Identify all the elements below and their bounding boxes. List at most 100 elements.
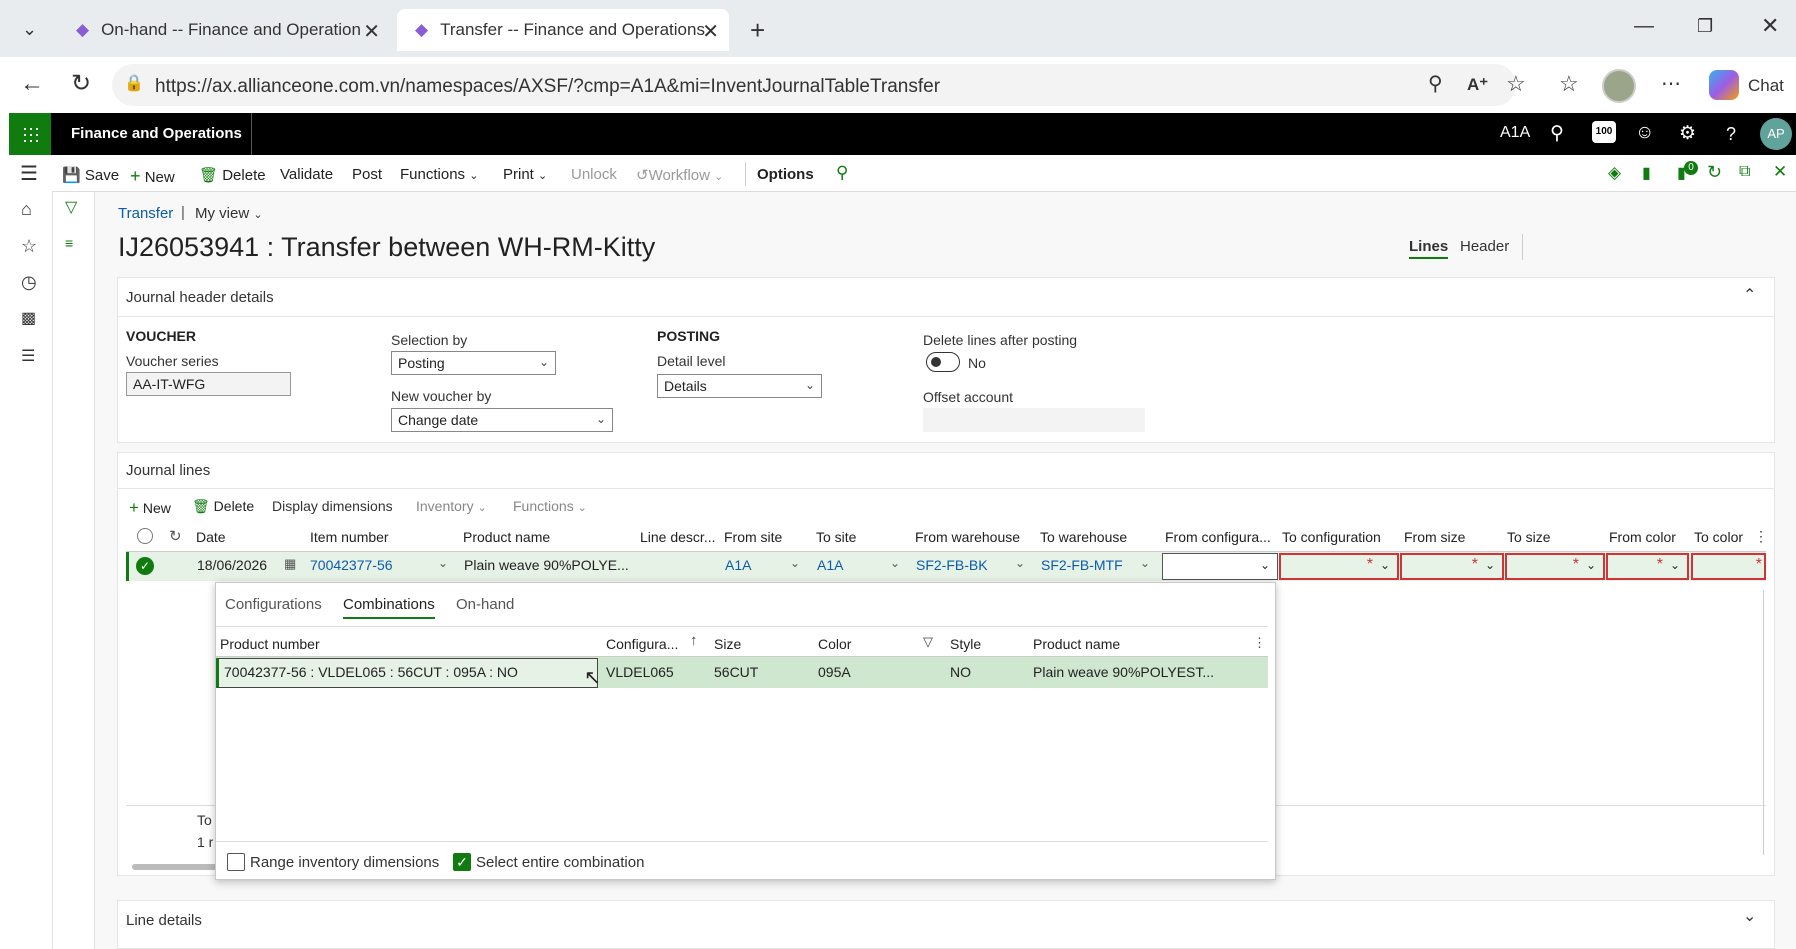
- url-text[interactable]: https://ax.allianceone.com.vn/namespaces…: [155, 76, 940, 98]
- select-entire-combination-checkbox[interactable]: ✓: [453, 853, 471, 871]
- new-voucher-by-select[interactable]: Change date ⌄: [391, 408, 613, 432]
- functions-menu[interactable]: Functions ⌄: [400, 166, 478, 183]
- col-from-size[interactable]: From size: [1404, 529, 1465, 545]
- favorites-star-icon[interactable]: ☆: [21, 237, 37, 255]
- col-product-name[interactable]: Product name: [463, 529, 550, 545]
- feedback-smiley-icon[interactable]: ☺: [1635, 122, 1654, 144]
- chevron-down-icon[interactable]: ⌄: [890, 557, 900, 569]
- col-to-configuration[interactable]: To configuration: [1282, 529, 1381, 545]
- new-tab-icon[interactable]: +: [750, 17, 765, 43]
- save-button[interactable]: 💾 Save: [62, 166, 119, 184]
- chat-label[interactable]: Chat: [1748, 76, 1784, 96]
- sort-ascending-icon[interactable]: ↑: [690, 633, 698, 648]
- from-color-required-cell[interactable]: * ⌄: [1606, 553, 1689, 580]
- validate-button[interactable]: Validate: [280, 166, 333, 183]
- detail-level-select[interactable]: Details ⌄: [657, 374, 822, 398]
- back-icon[interactable]: ←: [20, 72, 44, 96]
- to-size-required-cell[interactable]: * ⌄: [1505, 553, 1605, 580]
- read-aloud-icon[interactable]: A⁺: [1467, 76, 1488, 93]
- chevron-down-icon[interactable]: ⌄: [1140, 557, 1150, 569]
- display-dimensions-button[interactable]: Display dimensions: [272, 498, 393, 514]
- from-size-required-cell[interactable]: * ⌄: [1400, 553, 1504, 580]
- inventory-menu[interactable]: Inventory ⌄: [416, 498, 487, 514]
- col-to-size[interactable]: To size: [1507, 529, 1551, 545]
- close-page-icon[interactable]: ✕: [1773, 162, 1787, 182]
- column-options-icon[interactable]: ⋮: [1754, 529, 1768, 543]
- company-picker[interactable]: A1A: [1500, 124, 1530, 142]
- recent-clock-icon[interactable]: ◷: [21, 273, 37, 291]
- lookup-col-size[interactable]: Size: [714, 636, 741, 652]
- refresh-icon[interactable]: ↻: [1707, 162, 1722, 183]
- lookup-cell-color[interactable]: 095A: [818, 664, 851, 680]
- section-title[interactable]: Journal lines: [126, 462, 210, 479]
- chevron-down-icon[interactable]: ⌄: [790, 557, 800, 569]
- lookup-col-configuration[interactable]: Configura...: [606, 636, 678, 652]
- related-info-icon[interactable]: ≡: [65, 236, 73, 250]
- delete-button[interactable]: 🗑 Delete: [199, 166, 266, 184]
- range-inventory-dimensions-checkbox[interactable]: [227, 853, 245, 871]
- close-icon[interactable]: ✕: [702, 19, 719, 44]
- col-to-warehouse[interactable]: To warehouse: [1040, 529, 1127, 545]
- view-selector[interactable]: My view ⌄: [195, 205, 263, 222]
- search-icon[interactable]: ⚲: [1550, 122, 1564, 145]
- lines-delete-button[interactable]: 🗑 Delete: [192, 498, 254, 515]
- lookup-col-color[interactable]: Color: [818, 636, 851, 652]
- lookup-cell-style[interactable]: NO: [950, 664, 971, 680]
- offset-account-field[interactable]: [923, 408, 1145, 432]
- lookup-cell-size[interactable]: 56CUT: [714, 664, 758, 680]
- voucher-series-field[interactable]: AA-IT-WFG: [126, 372, 291, 396]
- col-from-warehouse[interactable]: From warehouse: [915, 529, 1020, 545]
- selection-by-select[interactable]: Posting ⌄: [391, 351, 556, 375]
- collapse-chevron-up-icon[interactable]: ⌃: [1743, 288, 1756, 304]
- tab-list-chevron-icon[interactable]: ⌄: [22, 20, 37, 38]
- options-tab[interactable]: Options: [757, 166, 814, 183]
- lookup-col-style[interactable]: Style: [950, 636, 981, 652]
- lock-icon[interactable]: 🔒: [124, 76, 144, 92]
- workspaces-icon[interactable]: ▩: [21, 311, 36, 327]
- row-selected-check-icon[interactable]: ✓: [136, 557, 154, 575]
- horizontal-scrollbar[interactable]: [132, 864, 222, 870]
- filter-icon[interactable]: ▽: [65, 200, 77, 216]
- vertical-scrollbar[interactable]: [1763, 590, 1764, 855]
- column-options-icon[interactable]: ⋮: [1253, 636, 1266, 649]
- chevron-down-icon[interactable]: ⌄: [438, 557, 448, 569]
- user-avatar[interactable]: AP: [1760, 118, 1792, 150]
- lookup-cell-configuration[interactable]: VLDEL065: [606, 664, 674, 680]
- minimize-icon[interactable]: —: [1634, 16, 1654, 36]
- open-new-window-icon[interactable]: ⧉: [1739, 163, 1750, 181]
- copilot-icon[interactable]: [1709, 70, 1739, 100]
- zoom-icon[interactable]: ⚲: [1428, 74, 1443, 94]
- col-from-site[interactable]: From site: [724, 529, 782, 545]
- unlock-button[interactable]: Unlock: [571, 166, 617, 183]
- favorites-icon[interactable]: ☆: [1559, 73, 1579, 95]
- expand-chevron-down-icon[interactable]: ⌄: [1743, 909, 1756, 925]
- section-title[interactable]: Line details: [126, 912, 202, 929]
- select-all-radio[interactable]: [137, 528, 153, 544]
- lookup-cell-product-name[interactable]: Plain weave 90%POLYEST...: [1033, 664, 1214, 680]
- restore-icon[interactable]: ❐: [1697, 17, 1713, 35]
- close-icon[interactable]: ✕: [363, 19, 380, 44]
- view-lines-tab[interactable]: Lines: [1409, 238, 1449, 259]
- calendar-icon[interactable]: ▦: [284, 557, 296, 570]
- to-color-required-cell[interactable]: *: [1691, 553, 1766, 580]
- cell-date[interactable]: 18/06/2026: [197, 557, 267, 573]
- lines-new-button[interactable]: + New: [129, 498, 171, 518]
- search-icon[interactable]: ⚲: [836, 163, 848, 183]
- print-menu[interactable]: Print ⌄: [503, 166, 547, 183]
- office-icon[interactable]: ▮: [1642, 163, 1651, 183]
- settings-gear-icon[interactable]: ⚙: [1679, 122, 1696, 145]
- col-from-color[interactable]: From color: [1609, 529, 1676, 545]
- col-to-site[interactable]: To site: [816, 529, 856, 545]
- col-date[interactable]: Date: [196, 529, 226, 545]
- cell-from-warehouse[interactable]: SF2-FB-BK: [916, 557, 988, 573]
- app-title[interactable]: Finance and Operations: [71, 125, 242, 142]
- refresh-icon[interactable]: ↻: [169, 529, 182, 544]
- hamburger-icon[interactable]: ☰: [20, 164, 38, 184]
- cell-item-number[interactable]: 70042377-56: [310, 557, 393, 573]
- cell-from-site[interactable]: A1A: [725, 557, 751, 573]
- lookup-col-product-number[interactable]: Product number: [220, 636, 320, 652]
- notifications-icon[interactable]: 100: [1592, 121, 1616, 143]
- lookup-tab-onhand[interactable]: On-hand: [456, 596, 514, 613]
- lookup-col-product-name[interactable]: Product name: [1033, 636, 1120, 652]
- lines-functions-menu[interactable]: Functions ⌄: [513, 498, 587, 514]
